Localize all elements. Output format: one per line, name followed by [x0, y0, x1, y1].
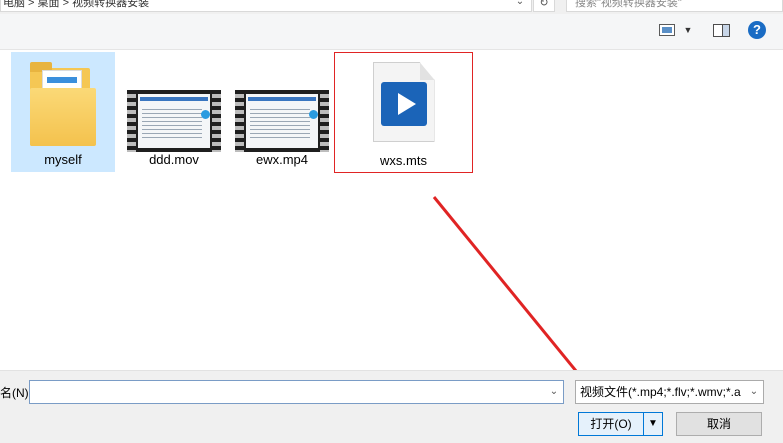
file-item-wxs-mts[interactable]: wxs.mts	[334, 52, 473, 173]
file-item-myself[interactable]: myself	[11, 52, 115, 172]
toolbar: ▼ ?	[0, 14, 783, 50]
file-name: wxs.mts	[380, 153, 427, 168]
chevron-down-icon[interactable]: ⌄	[510, 0, 530, 12]
open-button[interactable]: 打开(O)	[578, 412, 644, 436]
address-bar[interactable]: 电脑 > 桌面 > 视频转换器安装	[0, 0, 532, 12]
address-strip: 电脑 > 桌面 > 视频转换器安装 ⌄ ↻ 搜索"视频转换器安装"	[0, 0, 783, 14]
help-icon[interactable]: ?	[748, 21, 766, 39]
folder-icon	[30, 62, 96, 148]
cancel-button[interactable]: 取消	[676, 412, 762, 436]
mts-file-icon	[372, 62, 435, 142]
dialog-footer: 名(N): ⌄ 视频文件(*.mp4;*.flv;*.wmv;*.a ⌄ 打开(…	[0, 370, 783, 443]
file-item-ddd-mov[interactable]: ddd.mov	[122, 52, 226, 172]
video-thumbnail-icon	[235, 90, 329, 152]
file-name: ddd.mov	[149, 152, 199, 167]
view-mode-icon[interactable]	[659, 24, 675, 36]
search-input[interactable]: 搜索"视频转换器安装"	[566, 0, 783, 12]
file-item-ewx-mp4[interactable]: ewx.mp4	[230, 52, 334, 172]
chevron-down-icon[interactable]: ▼	[682, 23, 694, 37]
refresh-icon[interactable]: ↻	[533, 0, 555, 12]
file-name: ewx.mp4	[255, 152, 309, 167]
chevron-down-icon[interactable]: ⌄	[544, 380, 564, 404]
file-list: myself ddd.mov ewx.mp4 wxs.mts	[0, 50, 783, 370]
preview-pane-icon[interactable]	[713, 24, 730, 37]
open-dropdown-icon[interactable]: ▼	[644, 412, 663, 436]
file-name: myself	[44, 152, 82, 167]
filename-input[interactable]	[29, 380, 564, 404]
filetype-select[interactable]: 视频文件(*.mp4;*.flv;*.wmv;*.a	[575, 380, 764, 404]
video-thumbnail-icon	[127, 90, 221, 152]
filename-label: 名(N):	[0, 386, 32, 400]
chevron-down-icon[interactable]: ⌄	[744, 380, 764, 404]
